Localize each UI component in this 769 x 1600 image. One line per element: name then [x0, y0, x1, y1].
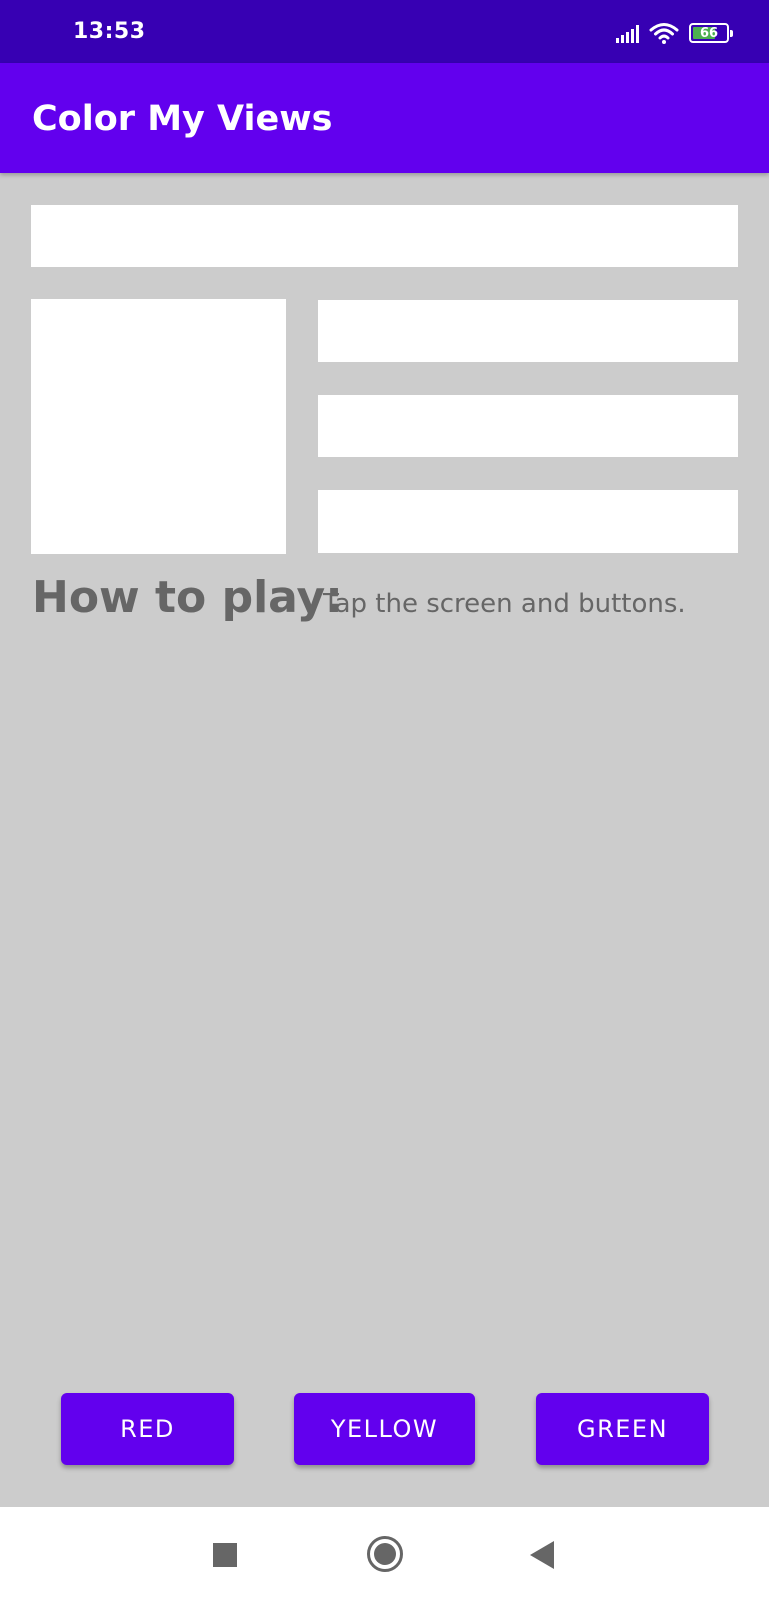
recents-icon[interactable]: [213, 1543, 237, 1567]
wifi-icon: [649, 21, 679, 45]
box-four[interactable]: [318, 395, 738, 457]
home-icon[interactable]: [367, 1536, 403, 1572]
red-button[interactable]: RED: [61, 1393, 234, 1465]
status-bar: 13:53 66: [0, 0, 769, 63]
box-two[interactable]: [31, 299, 286, 554]
battery-icon: 66: [689, 23, 733, 43]
status-icons: 66: [616, 19, 733, 47]
app-bar: Color My Views: [0, 63, 769, 173]
green-button[interactable]: GREEN: [536, 1393, 709, 1465]
box-five[interactable]: [318, 490, 738, 553]
navigation-bar: [0, 1507, 769, 1600]
yellow-button[interactable]: YELLOW: [294, 1393, 475, 1465]
battery-level: 66: [699, 25, 719, 41]
instructions-text: Tap the screen and buttons.: [323, 589, 686, 619]
app-title: Color My Views: [32, 99, 333, 139]
back-icon[interactable]: [530, 1541, 554, 1569]
box-one[interactable]: [31, 205, 738, 267]
box-three[interactable]: [318, 300, 738, 362]
how-to-play-heading: How to play:: [32, 572, 343, 623]
signal-icon: [616, 23, 639, 43]
status-time: 13:53: [73, 19, 146, 44]
